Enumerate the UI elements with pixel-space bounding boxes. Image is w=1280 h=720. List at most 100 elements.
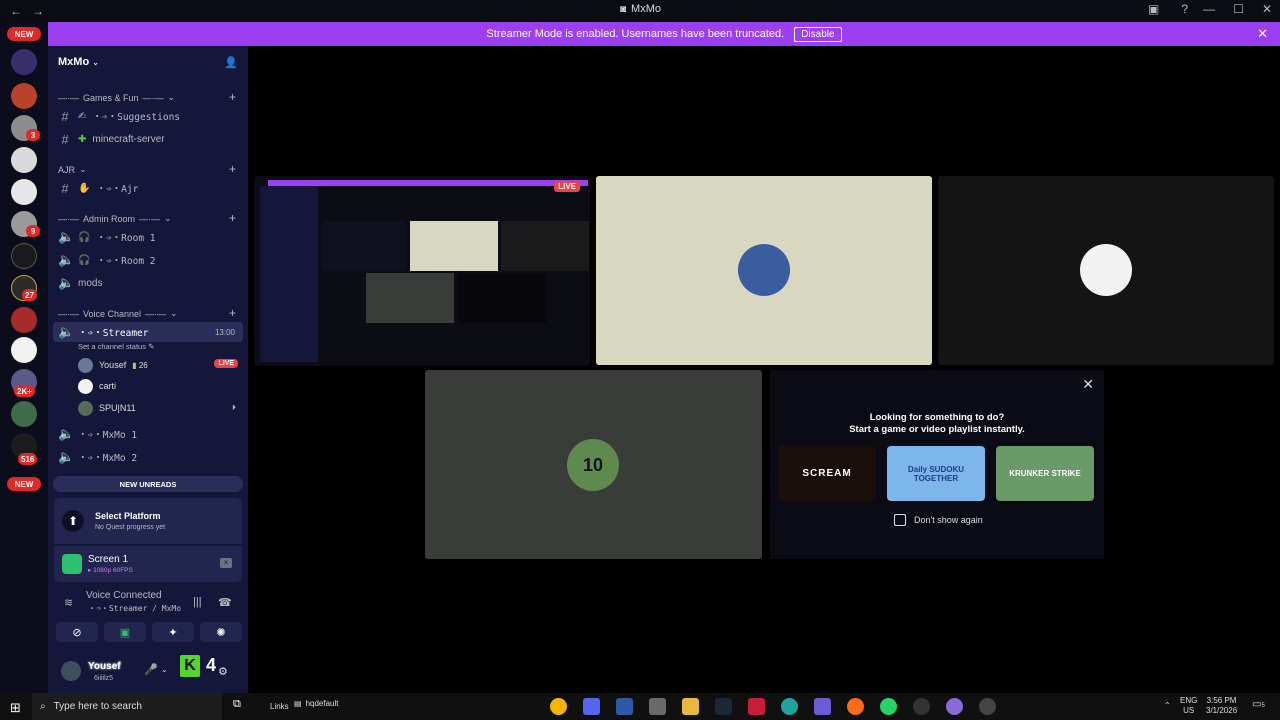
server-icon[interactable] [11, 49, 37, 75]
microphone-icon[interactable]: 🎤 [144, 663, 158, 676]
invite-people-icon[interactable]: 👤 [224, 56, 238, 69]
chevron-down-icon[interactable]: ⌄ [161, 665, 168, 674]
file-explorer-icon[interactable] [682, 698, 699, 715]
server-icon[interactable] [11, 337, 37, 363]
screen-share-quality: ▸ 1080p 60FPS [88, 567, 133, 574]
camera-off-icon[interactable]: ⊘ [56, 622, 98, 642]
participant-tile[interactable] [596, 176, 932, 365]
new-badge[interactable]: NEW [7, 27, 41, 41]
quest-title: Select Platform [95, 511, 161, 521]
discord-icon[interactable] [583, 698, 600, 715]
signal-icon[interactable]: ≋ [64, 596, 73, 609]
banner-close-icon[interactable]: ✕ [1257, 26, 1268, 42]
category-admin-room[interactable]: —·— Admin Room —·— ⌄ [58, 213, 172, 224]
game-card-sudoku[interactable]: Daily SUDOKU TOGETHER [887, 446, 985, 501]
app-icon[interactable] [550, 698, 567, 715]
app-icon[interactable] [616, 698, 633, 715]
taskbar-search[interactable]: ⌕ Type here to search [32, 693, 222, 720]
voice-connected-channel[interactable]: ・➩・Streamer / MxMo [88, 603, 181, 614]
windows-start-icon[interactable]: ⊞ [10, 700, 21, 716]
channel-room-2[interactable]: 🔈 🎧 ・➩・Room 2 [58, 250, 243, 270]
language-indicator[interactable]: ENG US [1180, 696, 1197, 716]
user-name[interactable]: Yousef [88, 661, 121, 672]
steelseries-icon[interactable] [913, 698, 930, 715]
guild-header[interactable]: MxMo ⌄ [58, 56, 99, 68]
add-channel-icon[interactable]: + [229, 306, 236, 320]
close-icon[interactable]: ✕ [1082, 376, 1094, 393]
maximize-icon[interactable]: ☐ [1233, 2, 1244, 16]
server-icon[interactable] [11, 83, 37, 109]
channel-mxmo-2[interactable]: 🔈 ・➩・MxMo 2 [58, 447, 243, 467]
settings-gear-icon[interactable]: ⚙ [218, 665, 228, 678]
channel-mxmo-1[interactable]: 🔈 ・➩・MxMo 1 [58, 424, 243, 444]
new-unreads-button[interactable]: NEW UNREADS [53, 476, 243, 492]
links-toolbar[interactable]: Links [270, 702, 289, 711]
edge-icon[interactable] [781, 698, 798, 715]
server-icon[interactable] [11, 179, 37, 205]
server-icon[interactable] [11, 401, 37, 427]
minimize-icon[interactable]: — [1203, 2, 1215, 16]
category-ajr[interactable]: AJR ⌄ [58, 164, 87, 175]
avatar[interactable] [61, 661, 81, 681]
disable-streamer-mode-button[interactable]: Disable [794, 26, 842, 42]
speaker-active-icon: 🔈 [58, 324, 75, 339]
category-voice-channel[interactable]: —·— Voice Channel —·— ⌄ [58, 308, 178, 319]
add-channel-icon[interactable]: + [229, 90, 236, 104]
channel-room-1[interactable]: 🔈 🎧 ・➩・Room 1 [58, 227, 243, 247]
chevron-up-icon[interactable]: ⌃ [1164, 701, 1171, 711]
server-icon[interactable] [11, 307, 37, 333]
app-icon[interactable] [979, 698, 996, 715]
quest-subtitle: No Quest progress yet [95, 524, 166, 531]
stop-streaming-icon[interactable]: ✕ [220, 558, 232, 568]
server-icon[interactable] [11, 243, 37, 269]
game-card-scream[interactable]: SCREAM [778, 446, 876, 501]
notification-icon[interactable]: ▭5 [1252, 700, 1265, 711]
add-channel-icon[interactable]: + [229, 211, 236, 225]
app-icon[interactable] [946, 698, 963, 715]
voice-user[interactable]: Yousef ▮ 26 [78, 356, 148, 374]
voice-connected-label[interactable]: Voice Connected [86, 590, 162, 601]
quest-panel[interactable]: ⬆ Select Platform No Quest progress yet [54, 498, 242, 544]
voice-user[interactable]: carti [78, 377, 116, 395]
app-icon[interactable] [814, 698, 831, 715]
category-games-fun[interactable]: —·— Games & Fun —·— ⌄ [58, 92, 175, 103]
dont-show-again[interactable]: Don't show again [894, 514, 983, 526]
channel-status[interactable]: Set a channel status ✎ [78, 342, 154, 351]
app-icon[interactable] [748, 698, 765, 715]
screen-share-button[interactable]: ▣ [104, 622, 146, 642]
close-window-icon[interactable]: ✕ [1262, 2, 1272, 16]
activities-icon[interactable]: ✦ [152, 622, 194, 642]
game-card-krunker[interactable]: KRUNKER STRIKE [996, 446, 1094, 501]
participant-tile[interactable]: 10 [425, 370, 762, 559]
disconnect-icon[interactable]: ☎ [218, 596, 232, 609]
help-icon[interactable]: ? [1181, 2, 1188, 16]
steam-icon[interactable] [715, 698, 732, 715]
inbox-icon[interactable]: ▣ [1148, 2, 1159, 16]
clock[interactable]: 3:56 PM 3/1/2026 [1206, 696, 1237, 716]
forward-arrow-icon[interactable]: → [32, 4, 44, 18]
server-icon[interactable] [11, 147, 37, 173]
soundboard-icon[interactable]: ✺ [200, 622, 242, 642]
dont-show-checkbox[interactable] [894, 514, 906, 526]
back-arrow-icon[interactable]: ← [10, 4, 22, 18]
whatsapp-icon[interactable] [880, 698, 897, 715]
new-badge[interactable]: NEW [7, 477, 41, 491]
channel-suggestions[interactable]: # ✍ ・➩・Suggestions [58, 106, 243, 126]
add-channel-icon[interactable]: + [229, 162, 236, 176]
channel-mods[interactable]: 🔈 mods [58, 273, 243, 293]
app-icon[interactable] [649, 698, 666, 715]
preview-tile [322, 221, 406, 271]
task-view-icon[interactable]: ⧉ [233, 698, 250, 715]
channel-minecraft-server[interactable]: # ✚ minecraft-server [58, 129, 243, 149]
noise-suppression-icon[interactable]: ||| [193, 596, 202, 608]
activity-line-2: Start a game or video playlist instantly… [849, 424, 1025, 435]
hqdefault-item[interactable]: ▤ hqdefault [294, 699, 338, 708]
channel-streamer[interactable]: 🔈 ・➩・Streamer 13:00 [53, 322, 243, 342]
participant-tile[interactable] [938, 176, 1274, 365]
voice-user[interactable]: SPU|N11 [78, 399, 136, 417]
screen-share-tile[interactable]: LIVE [254, 176, 590, 366]
voice-user-name: carti [99, 381, 117, 391]
channel-ajr[interactable]: # ✋ ・➩・Ajr [58, 178, 243, 198]
app-icon[interactable] [847, 698, 864, 715]
chevron-down-icon: ⌄ [170, 308, 178, 318]
